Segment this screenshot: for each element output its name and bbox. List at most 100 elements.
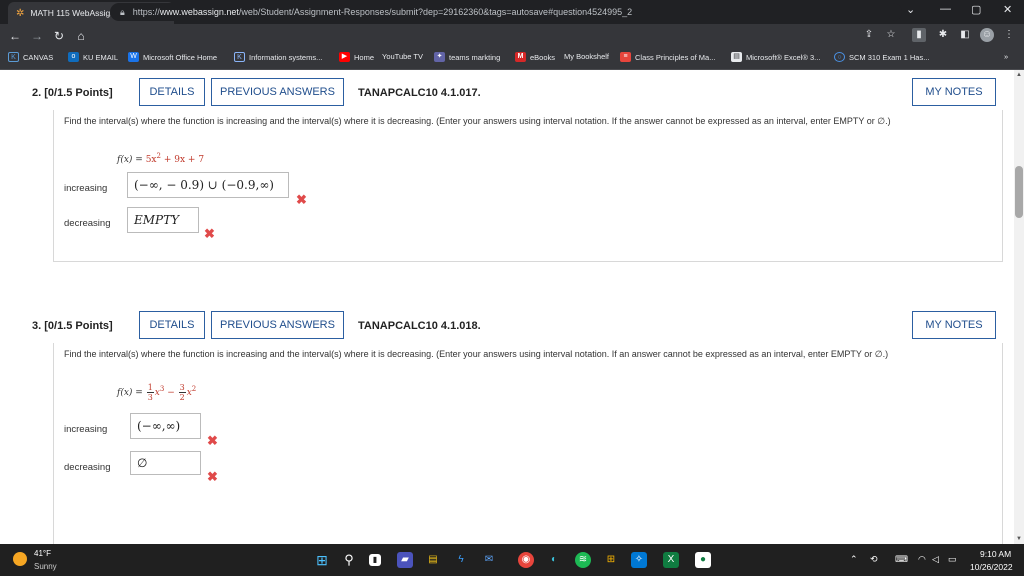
bookmark-information-systems[interactable]: K Information systems... [234,52,322,62]
edge-icon[interactable]: ◐ [546,552,562,568]
question-2-header: 2. [0/1.5 Points] DETAILS PREVIOUS ANSWE… [0,73,1014,113]
forward-arrow-icon[interactable]: → [28,29,46,43]
chrome-icon[interactable]: ◉ [518,552,534,568]
page-content: 2. [0/1.5 Points] DETAILS PREVIOUS ANSWE… [0,70,1014,544]
chat-icon[interactable]: ▰ [397,552,413,568]
details-button[interactable]: DETAILS [139,311,205,339]
bookmark-scm-310[interactable]: ○ SCM 310 Exam 1 Has... [834,52,929,62]
app-icon[interactable]: ● [695,552,711,568]
incorrect-icon: ✖ [296,192,307,207]
previous-answers-button[interactable]: PREVIOUS ANSWERS [211,78,344,106]
weather-description[interactable]: Sunny [34,562,57,571]
details-button[interactable]: DETAILS [139,78,205,106]
bookmark-canvas[interactable]: K CANVAS [8,52,53,62]
sidepanel-icon[interactable]: ◧ [958,28,972,42]
increasing-answer-input[interactable]: (−∞, − 0.9) ∪ (−0.9,∞) [127,172,289,198]
decreasing-label: decreasing [64,462,111,473]
decreasing-answer-input[interactable]: EMPTY [127,207,199,233]
youtube-icon: ▶ [339,52,350,62]
webassign-favicon-icon: ✲ [16,7,25,19]
my-notes-button[interactable]: MY NOTES [912,78,996,106]
url-host: www.webassign.net [159,7,239,17]
task-view-icon[interactable]: ▮ [369,554,381,566]
minimize-icon[interactable]: — [940,3,951,15]
store-icon[interactable]: ⊞ [603,552,619,568]
bookmark-microsoft-excel[interactable]: ▤ Microsoft® Excel® 3... [731,52,820,62]
bookmark-youtube-tv[interactable]: YouTube TV [382,52,423,61]
increasing-label: increasing [64,183,108,194]
tab-search-chevron-icon[interactable]: ⌄ [906,3,915,16]
clock-time[interactable]: 9:10 AM [980,549,1011,559]
bookmark-office-home[interactable]: W Microsoft Office Home [128,52,217,62]
url-path: /web/Student/Assignment-Responses/submit… [238,7,633,17]
page-scrollbar[interactable]: ▲ ▼ [1014,70,1024,544]
scroll-up-icon[interactable]: ▲ [1014,72,1024,78]
keyboard-icon[interactable]: ⌨ [895,554,908,565]
share-icon[interactable]: ⇪ [862,28,876,42]
question-code: TANAPCALC10 4.1.018. [358,320,481,332]
dropbox-icon[interactable]: ✧ [631,552,647,568]
clock-date[interactable]: 10/26/2022 [970,562,1013,572]
close-window-icon[interactable]: ✕ [1003,3,1012,16]
volume-icon[interactable]: ◁ [932,554,939,565]
outlook-icon: o [68,52,79,62]
question-3-header: 3. [0/1.5 Points] DETAILS PREVIOUS ANSWE… [0,306,1014,346]
weather-sun-icon[interactable] [13,552,27,566]
reload-icon[interactable]: ↻ [50,29,68,43]
lock-icon: 🔒︎ [120,6,125,17]
question-2-body: Find the interval(s) where the function … [53,110,1003,262]
tray-chevron-icon[interactable]: ⌃ [850,554,858,565]
my-notes-button[interactable]: MY NOTES [912,311,996,339]
windows-taskbar: 41°F Sunny ⊞ ⚲ ▮ ▰ ▤ ϟ ✉ ◉ ◐ ≋ ⊞ ✧ X ● ⌃… [0,544,1024,576]
puzzle-icon[interactable]: ✱ [936,28,950,42]
previous-answers-button[interactable]: PREVIOUS ANSWERS [211,311,344,339]
extension-icon[interactable]: ▮ [912,28,926,42]
question-number: 3. [0/1.5 Points] [32,320,113,332]
ku-icon: K [234,52,245,62]
increasing-label: increasing [64,424,108,435]
bookmark-teams-markting[interactable]: ✦ teams markting [434,52,500,62]
bookmark-my-bookshelf[interactable]: My Bookshelf [564,52,609,61]
bookmark-ku-email[interactable]: o KU EMAIL [68,52,118,62]
restore-icon[interactable]: ▢ [971,3,981,16]
increasing-answer-input[interactable]: (−∞,∞) [130,413,201,439]
canvas-icon: K [8,52,19,62]
question-code: TANAPCALC10 4.1.017. [358,87,481,99]
address-bar[interactable]: 🔒︎ https://www.webassign.net/web/Student… [110,3,902,21]
class-icon: ≡ [620,52,631,62]
battery-icon[interactable]: ▭ [948,554,957,565]
decreasing-label: decreasing [64,218,111,229]
bookmark-home[interactable]: ▶ Home [339,52,374,62]
vpn-icon[interactable]: ϟ [453,552,469,568]
bookmarks-overflow-icon[interactable]: » [1004,52,1008,61]
back-arrow-icon[interactable]: ← [6,29,24,43]
menu-dots-icon[interactable]: ⋮ [1002,28,1016,42]
file-explorer-icon[interactable]: ▤ [425,552,441,568]
m-icon: M [515,52,526,62]
wifi-icon[interactable]: ◠ [918,554,926,565]
bookmark-ebooks[interactable]: MeBooks [515,52,555,62]
fraction-one-third: 13 [146,383,154,402]
windows-start-icon[interactable]: ⊞ [314,552,330,568]
excel-icon[interactable]: X [663,552,679,568]
tray-sync-icon[interactable]: ⟲ [870,554,878,565]
decreasing-answer-input[interactable]: ∅ [130,451,201,475]
doc-icon: ▤ [731,52,742,62]
avatar[interactable]: ☺ [980,28,994,42]
bookmark-class-principles[interactable]: ≡ Class Principles of Ma... [620,52,715,62]
question-3-body: Find the interval(s) where the function … [53,343,1003,544]
incorrect-icon: ✖ [204,226,215,241]
question-number: 2. [0/1.5 Points] [32,87,113,99]
spotify-icon[interactable]: ≋ [575,552,591,568]
question-prompt: Find the interval(s) where the function … [64,349,889,359]
mail-icon[interactable]: ✉ [481,552,497,568]
home-icon[interactable]: ⌂ [72,29,90,43]
star-icon[interactable]: ☆ [884,28,898,42]
incorrect-icon: ✖ [207,469,218,484]
scroll-down-icon[interactable]: ▼ [1014,536,1024,542]
weather-temperature[interactable]: 41°F [34,549,51,558]
scroll-thumb[interactable] [1015,166,1023,218]
fraction-three-halves: 32 [178,383,186,402]
bookmarks-bar: K CANVAS o KU EMAIL W Microsoft Office Home… [0,48,1024,70]
search-icon[interactable]: ⚲ [341,552,357,568]
